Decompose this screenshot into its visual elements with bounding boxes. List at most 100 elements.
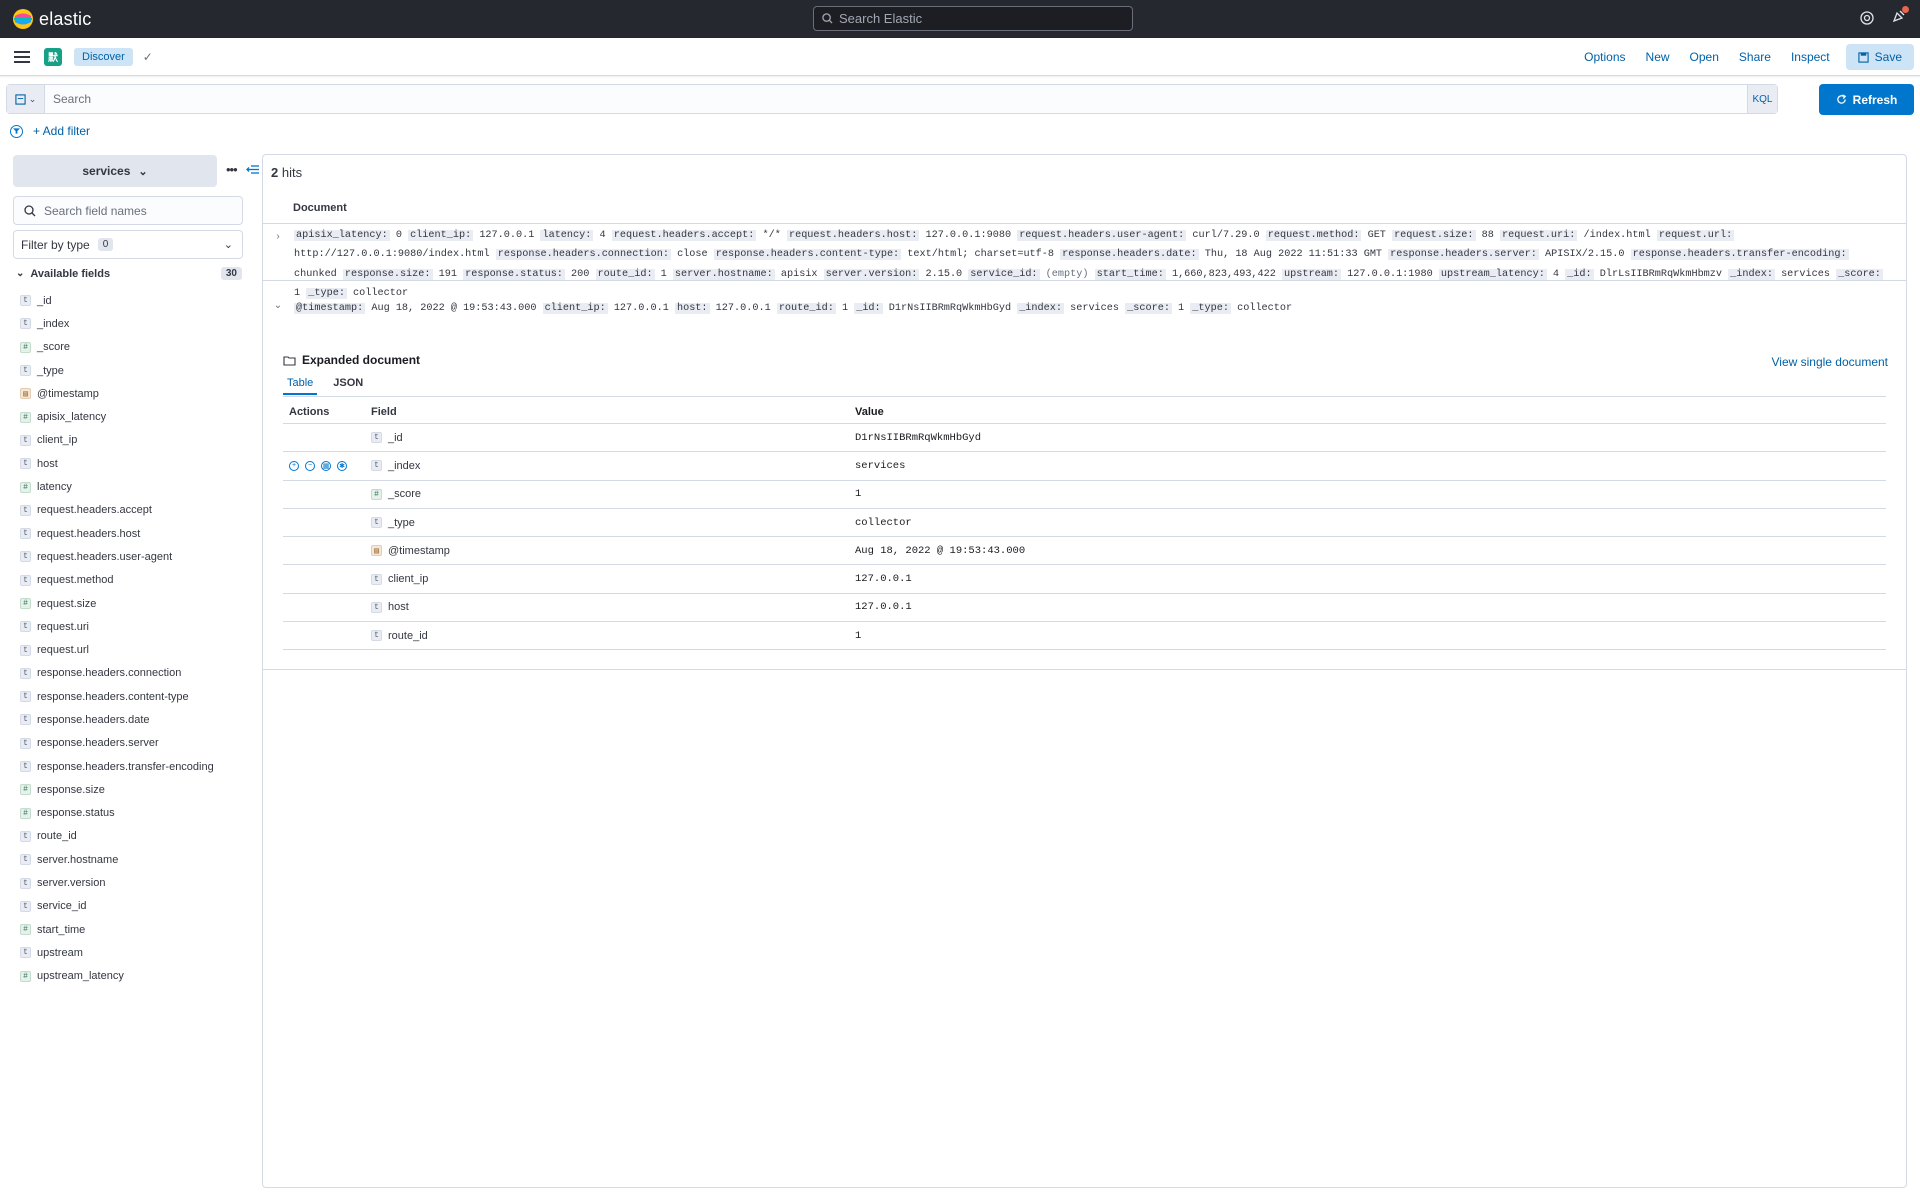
table-row: t _type collector xyxy=(283,509,1886,538)
date-type-icon: ▤ xyxy=(20,388,31,400)
field-name: response.headers.transfer-encoding xyxy=(37,760,214,773)
summary-value: (empty) xyxy=(1039,268,1089,280)
field-item[interactable]: t request.uri xyxy=(20,615,250,638)
query-language-button[interactable]: KQL xyxy=(1747,85,1777,113)
string-type-icon: t xyxy=(20,434,31,446)
menu-toggle-icon[interactable] xyxy=(14,50,30,63)
toggle-column-icon[interactable]: ▦ xyxy=(321,460,331,471)
field-item[interactable]: t response.headers.date xyxy=(20,708,250,731)
field-item[interactable]: t upstream xyxy=(20,941,250,964)
news-feed-button[interactable] xyxy=(1892,6,1909,26)
filter-row: + Add filter xyxy=(10,124,90,138)
filter-menu-icon[interactable] xyxy=(10,124,23,138)
inspect-link[interactable]: Inspect xyxy=(1781,50,1840,64)
expand-row-icon[interactable]: › xyxy=(272,230,284,242)
string-type-icon: t xyxy=(20,528,31,540)
field-item[interactable]: t response.headers.server xyxy=(20,732,250,755)
field-item[interactable]: t response.headers.content-type xyxy=(20,685,250,708)
summary-key: response.headers.transfer-encoding: xyxy=(1630,249,1849,261)
index-pattern-name: services xyxy=(82,164,131,178)
save-button[interactable]: Save xyxy=(1845,44,1914,70)
field-item[interactable]: t request.headers.user-agent xyxy=(20,545,250,568)
options-link[interactable]: Options xyxy=(1574,50,1635,64)
field-item[interactable]: ▤ @timestamp xyxy=(20,382,250,405)
document-row: › apisix_latency: 0 client_ip: 127.0.0.1… xyxy=(263,223,1906,300)
summary-key: _index: xyxy=(1017,303,1064,314)
elastic-logo-icon xyxy=(13,9,33,29)
elastic-logo[interactable]: elastic xyxy=(12,8,91,30)
field-item[interactable]: # response.size xyxy=(20,778,250,801)
field-item[interactable]: t request.url xyxy=(20,638,250,661)
global-search-input[interactable] xyxy=(839,11,1119,26)
field-item[interactable]: # start_time xyxy=(20,918,250,941)
table-row: t route_id 1 xyxy=(283,622,1886,651)
summary-value: 4 xyxy=(593,230,606,241)
field-name: response.headers.date xyxy=(37,713,150,726)
string-type-icon: t xyxy=(20,761,31,773)
string-type-icon: t xyxy=(20,877,31,889)
filter-for-value-icon[interactable]: + xyxy=(289,460,299,471)
table-row: # _score 1 xyxy=(283,481,1886,509)
query-input[interactable] xyxy=(45,92,1747,106)
string-type-icon: t xyxy=(20,900,31,912)
collapse-sidebar-icon[interactable] xyxy=(245,164,259,175)
field-search[interactable] xyxy=(13,196,243,225)
index-pattern-selector[interactable]: services ⌄ xyxy=(13,155,217,187)
collapse-row-icon[interactable]: ⌄ xyxy=(272,299,284,311)
field-item[interactable]: # latency xyxy=(20,475,250,498)
field-search-input[interactable] xyxy=(44,203,199,218)
field-name: request.headers.user-agent xyxy=(37,550,173,563)
more-options-icon[interactable]: ••• xyxy=(226,162,238,177)
help-icon[interactable] xyxy=(1860,10,1874,25)
summary-key: request.headers.accept: xyxy=(611,230,757,241)
string-type-icon: t xyxy=(20,551,31,563)
field-item[interactable]: t client_ip xyxy=(20,429,250,452)
summary-value: 127.0.0.1:9080 xyxy=(919,230,1012,241)
share-link[interactable]: Share xyxy=(1729,50,1781,64)
filter-exists-icon[interactable]: ✱ xyxy=(337,460,347,471)
field-item[interactable]: # request.size xyxy=(20,592,250,615)
summary-key: response.headers.connection: xyxy=(495,249,671,261)
string-type-icon: t xyxy=(371,601,382,613)
field-item[interactable]: t route_id xyxy=(20,825,250,848)
field-item[interactable]: t service_id xyxy=(20,895,250,918)
field-item[interactable]: t response.headers.connection xyxy=(20,662,250,685)
open-link[interactable]: Open xyxy=(1680,50,1729,64)
available-fields-header[interactable]: ⌄ Available fields 30 xyxy=(16,267,242,280)
value-cell: 1 xyxy=(855,488,862,501)
new-link[interactable]: New xyxy=(1636,50,1680,64)
view-single-document-link[interactable]: View single document xyxy=(1771,355,1888,369)
field-item[interactable]: t _type xyxy=(20,359,250,382)
global-search[interactable] xyxy=(813,6,1133,31)
refresh-button[interactable]: Refresh xyxy=(1819,84,1914,115)
saved-query-button[interactable]: ⌄ xyxy=(7,85,45,113)
breadcrumb-discover[interactable]: Discover xyxy=(74,47,133,66)
field-name: request.size xyxy=(37,597,97,610)
field-item[interactable]: # upstream_latency xyxy=(20,965,250,988)
field-item[interactable]: t request.method xyxy=(20,569,250,592)
field-item[interactable]: t server.version xyxy=(20,871,250,894)
add-filter-link[interactable]: + Add filter xyxy=(33,124,90,138)
document-table: Actions Field Value t _id D1rNsIIBRmRqWkmH… xyxy=(283,400,1886,651)
field-item[interactable]: # response.status xyxy=(20,802,250,825)
field-item[interactable]: t request.headers.accept xyxy=(20,499,250,522)
field-item[interactable]: t response.headers.transfer-encoding xyxy=(20,755,250,778)
tab-table[interactable]: Table xyxy=(283,377,318,395)
field-item[interactable]: t request.headers.host xyxy=(20,522,250,545)
tab-json[interactable]: JSON xyxy=(329,377,367,395)
table-row: t client_ip 127.0.0.1 xyxy=(283,565,1886,594)
field-item[interactable]: t _id xyxy=(20,289,250,312)
filter-out-value-icon[interactable]: − xyxy=(305,460,315,471)
field-item[interactable]: # apisix_latency xyxy=(20,405,250,428)
field-item[interactable]: t _index xyxy=(20,312,250,335)
summary-key: request.size: xyxy=(1392,230,1476,241)
field-item[interactable]: # _score xyxy=(20,336,250,359)
field-cell: t route_id xyxy=(369,630,855,642)
space-avatar[interactable]: 默 xyxy=(44,47,62,66)
field-item[interactable]: t host xyxy=(20,452,250,475)
field-item[interactable]: t server.hostname xyxy=(20,848,250,871)
filter-by-type-button[interactable]: Filter by type 0 ⌄ xyxy=(13,230,243,259)
number-type-icon: # xyxy=(20,481,31,493)
save-label: Save xyxy=(1874,50,1902,64)
value-cell: Aug 18, 2022 @ 19:53:43.000 xyxy=(855,544,1026,557)
